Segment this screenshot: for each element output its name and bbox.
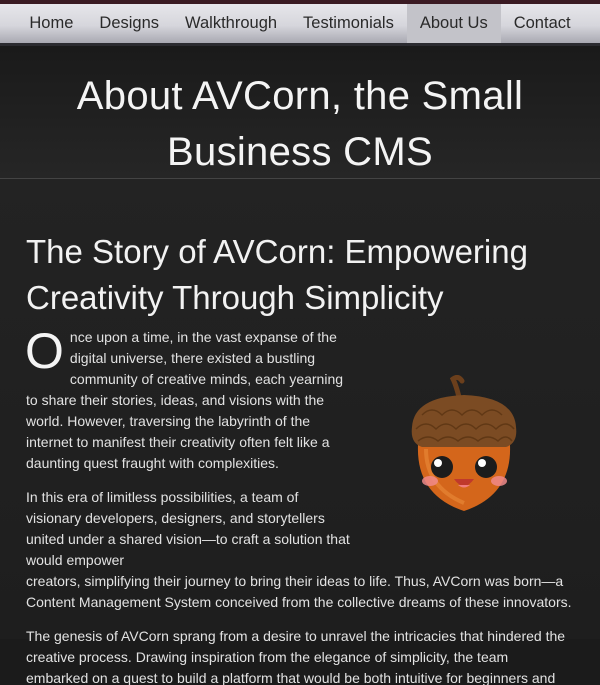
drop-cap-letter: O [25,323,64,379]
story-heading: The Story of AVCorn: Empowering Creativi… [26,229,574,321]
hero-banner: About AVCorn, the Small Business CMS [0,46,600,179]
main-navigation: Home Designs Walkthrough Testimonials Ab… [0,4,600,46]
page-title: About AVCorn, the Small Business CMS [20,68,580,180]
story-heading-line-2: Creativity Through Simplicity [26,279,444,316]
story-paragraph-3: The genesis of AVCorn sprang from a desi… [26,628,566,685]
nav-item-walkthrough[interactable]: Walkthrough [172,4,290,43]
nav-item-testimonials[interactable]: Testimonials [290,4,407,43]
story-heading-line-1: The Story of AVCorn: Empowering [26,233,528,270]
page-title-line-1: About AVCorn, the Small [76,74,524,118]
story-paragraph-1-text: nce upon a time, in the vast expanse of … [26,329,344,471]
page-title-line-2: Business CMS [167,130,433,174]
main-content: The Story of AVCorn: Empowering Creativi… [0,179,600,685]
story-paragraph-2-part-2: creators, simplifying their journey to b… [26,573,572,610]
nav-item-contact[interactable]: Contact [501,4,584,43]
acorn-mascot-icon [411,375,517,511]
nav-item-about-us[interactable]: About Us [406,4,501,43]
nav-item-home[interactable]: Home [16,4,86,43]
nav-item-designs[interactable]: Designs [86,4,172,43]
